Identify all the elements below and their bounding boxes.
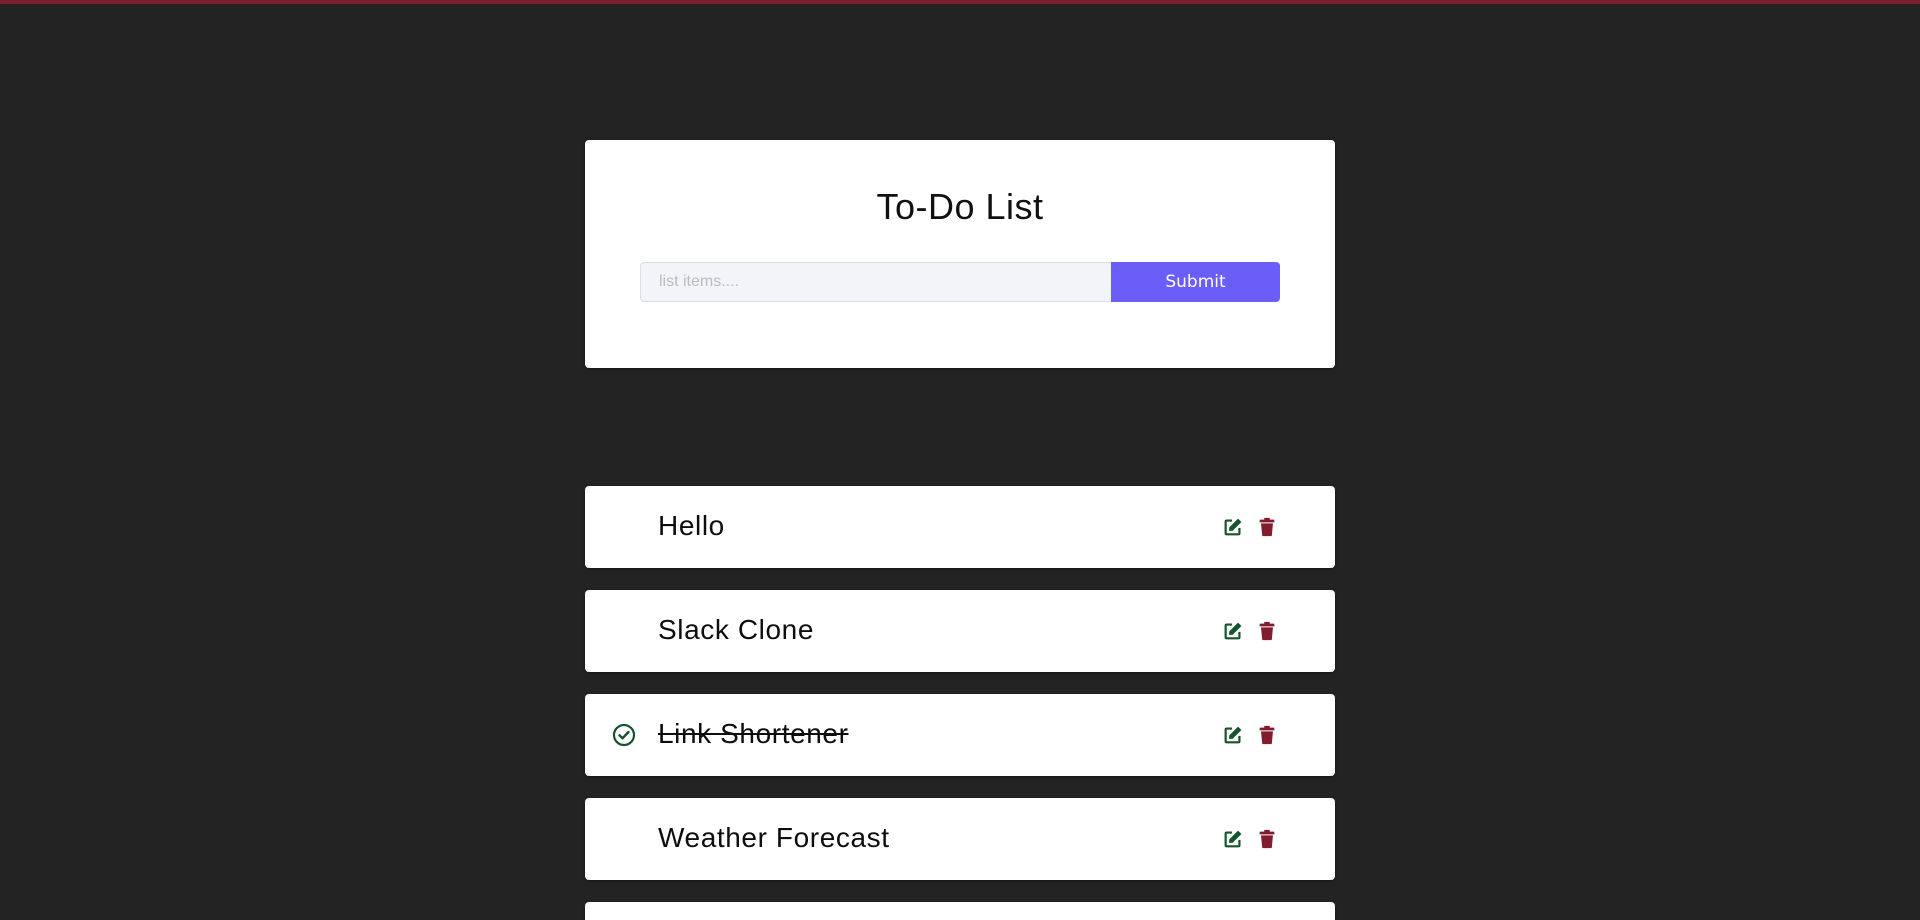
todo-item: Weather Forecast bbox=[585, 798, 1335, 880]
todo-item: Link Shortener bbox=[585, 694, 1335, 776]
todo-item-label: Link Shortener bbox=[658, 718, 849, 749]
todo-item-label: Weather Forecast bbox=[658, 822, 890, 853]
trash-icon[interactable] bbox=[1256, 724, 1278, 746]
todo-item: Slack Clone bbox=[585, 590, 1335, 672]
submit-button[interactable]: Submit bbox=[1111, 262, 1280, 302]
top-accent-bar bbox=[0, 0, 1920, 4]
page-title: To-Do List bbox=[876, 186, 1044, 227]
todo-item-label: Slack Clone bbox=[658, 614, 815, 645]
todo-item bbox=[585, 902, 1335, 920]
trash-icon[interactable] bbox=[1256, 516, 1278, 538]
todo-item: Hello bbox=[585, 486, 1335, 568]
todo-item-label: Hello bbox=[658, 510, 725, 541]
edit-icon[interactable] bbox=[1222, 620, 1244, 642]
check-circle-icon[interactable] bbox=[612, 723, 636, 747]
trash-icon[interactable] bbox=[1256, 620, 1278, 642]
trash-icon[interactable] bbox=[1256, 828, 1278, 850]
add-item-form: Submit bbox=[640, 262, 1280, 302]
new-item-input[interactable] bbox=[640, 262, 1111, 302]
todo-form-card: To-Do List Submit bbox=[585, 140, 1335, 368]
edit-icon[interactable] bbox=[1222, 828, 1244, 850]
edit-icon[interactable] bbox=[1222, 724, 1244, 746]
edit-icon[interactable] bbox=[1222, 516, 1244, 538]
